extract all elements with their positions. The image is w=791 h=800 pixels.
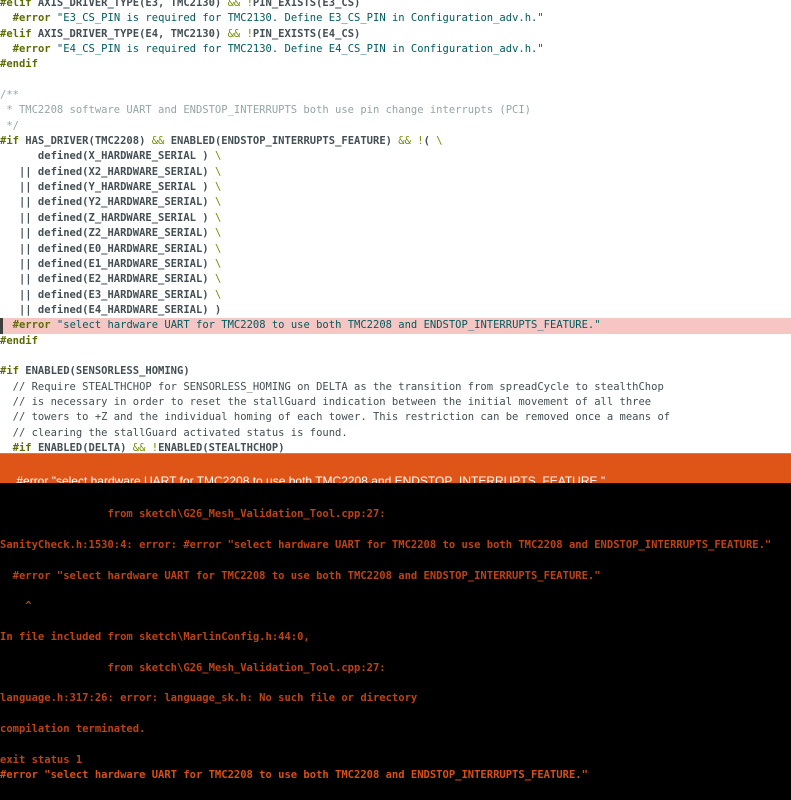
console-line: #error "select hardware UART for TMC2208… [0, 569, 791, 584]
code-line: #elif AXIS_DRIVER_TYPE(E3, TMC2130) && !… [0, 0, 791, 11]
console-line: language.h:317:26: error: language_sk.h:… [0, 691, 791, 706]
console-line [0, 492, 791, 507]
console-line [0, 738, 791, 753]
console-line [0, 645, 791, 660]
code-line: // is necessary in order to reset the st… [0, 395, 791, 410]
error-banner: #error "select hardware UART for TMC2208… [0, 453, 791, 483]
code-line: #endif [0, 334, 791, 349]
console-line [0, 523, 791, 538]
code-line: || defined(E0_HARDWARE_SERIAL) \ [0, 242, 791, 257]
console-line [0, 584, 791, 599]
console-status-line: #error "select hardware UART for TMC2208… [0, 768, 791, 783]
code-line: || defined(E2_HARDWARE_SERIAL) \ [0, 272, 791, 287]
code-line: || defined(E1_HARDWARE_SERIAL) \ [0, 257, 791, 272]
build-console[interactable]: from sketch\G26_Mesh_Validation_Tool.cpp… [0, 483, 791, 800]
code-line: #elif AXIS_DRIVER_TYPE(E4, TMC2130) && !… [0, 27, 791, 42]
code-line: || defined(Z_HARDWARE_SERIAL ) \ [0, 211, 791, 226]
console-line [0, 676, 791, 691]
code-line: */ [0, 119, 791, 134]
code-line: #error "E4_CS_PIN is required for TMC213… [0, 42, 791, 57]
code-line: || defined(Y_HARDWARE_SERIAL ) \ [0, 180, 791, 195]
console-line: from sketch\G26_Mesh_Validation_Tool.cpp… [0, 507, 791, 522]
code-line [0, 73, 791, 88]
code-line: || defined(X2_HARDWARE_SERIAL) \ [0, 165, 791, 180]
console-line: ^ [0, 599, 791, 614]
code-line: #if ENABLED(SENSORLESS_HOMING) [0, 364, 791, 379]
code-line: #if ENABLED(DELTA) && !ENABLED(STEALTHCH… [0, 441, 791, 453]
code-line: || defined(Z2_HARDWARE_SERIAL) \ [0, 226, 791, 241]
code-line: // towers to +Z and the individual homin… [0, 410, 791, 425]
console-line [0, 553, 791, 568]
code-line: || defined(E3_HARDWARE_SERIAL) \ [0, 288, 791, 303]
code-line: || defined(Y2_HARDWARE_SERIAL) \ [0, 195, 791, 210]
arduino-ide-window: #elif AXIS_DRIVER_TYPE(E3, TMC2130) && !… [0, 0, 791, 800]
code-line: // Require STEALTHCHOP for SENSORLESS_HO… [0, 380, 791, 395]
code-line: || defined(E4_HARDWARE_SERIAL) ) [0, 303, 791, 318]
console-line [0, 615, 791, 630]
error-line-highlight: #error "select hardware UART for TMC2208… [0, 318, 791, 333]
code-line: #if HAS_DRIVER(TMC2208) && ENABLED(ENDST… [0, 134, 791, 149]
console-line: compilation terminated. [0, 722, 791, 737]
code-line: /** [0, 88, 791, 103]
build-console-output: from sketch\G26_Mesh_Validation_Tool.cpp… [0, 483, 791, 784]
console-line: In file included from sketch\MarlinConfi… [0, 630, 791, 645]
code-line: defined(X_HARDWARE_SERIAL ) \ [0, 149, 791, 164]
code-line: * TMC2208 software UART and ENDSTOP_INTE… [0, 103, 791, 118]
code-line: #endif [0, 57, 791, 72]
code-line: #error "E3_CS_PIN is required for TMC213… [0, 11, 791, 26]
code-line [0, 349, 791, 364]
code-editor-content: #elif AXIS_DRIVER_TYPE(E3, TMC2130) && !… [0, 0, 791, 453]
code-line: // clearing the stallGuard activated sta… [0, 426, 791, 441]
console-line: exit status 1 [0, 753, 791, 768]
console-line: from sketch\G26_Mesh_Validation_Tool.cpp… [0, 661, 791, 676]
code-editor[interactable]: #elif AXIS_DRIVER_TYPE(E3, TMC2130) && !… [0, 0, 791, 453]
console-line: SanityCheck.h:1530:4: error: #error "sel… [0, 538, 791, 553]
console-line [0, 707, 791, 722]
